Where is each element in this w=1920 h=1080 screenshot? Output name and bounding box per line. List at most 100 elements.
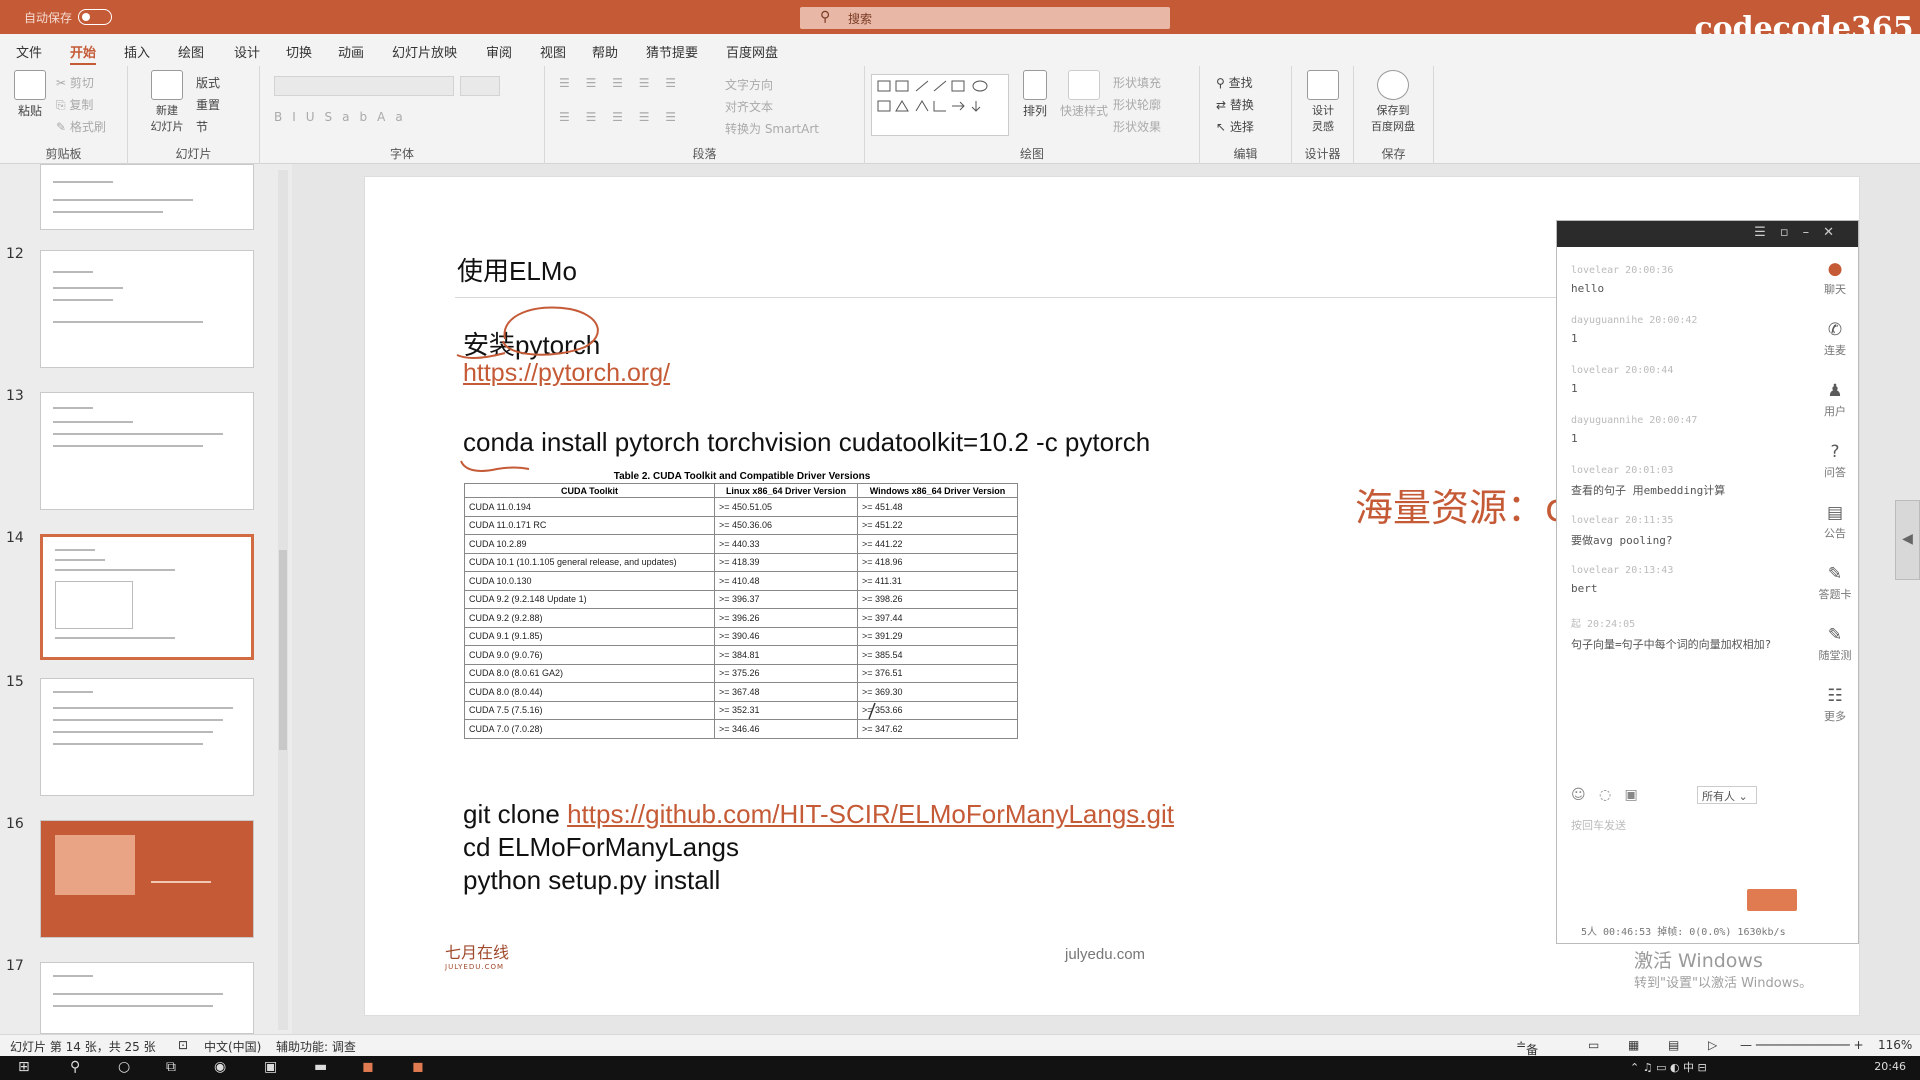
chat-message: lovelear 20:00:44 1 — [1571, 365, 1781, 395]
minimize-icon[interactable]: – — [1803, 225, 1824, 240]
folder-icon[interactable]: ▬ — [314, 1059, 327, 1075]
send-button[interactable] — [1747, 889, 1797, 911]
app-icon[interactable]: ◼ — [412, 1059, 424, 1075]
ribbon-tab[interactable]: 开始 — [70, 42, 97, 65]
section-button[interactable]: 节 — [196, 118, 208, 135]
ribbon-tab[interactable]: 幻灯片放映 — [392, 42, 457, 61]
bubble-icon[interactable]: ◌ — [1599, 787, 1611, 803]
ribbon-tab[interactable]: 视图 — [540, 42, 566, 61]
slide-thumbnail-13[interactable] — [40, 392, 254, 510]
chat-side-item[interactable]: ? 问答 — [1815, 442, 1855, 480]
text-direction-button[interactable]: 文字方向 — [725, 76, 773, 93]
slideshow-icon[interactable]: ▷ — [1708, 1038, 1717, 1052]
list-buttons[interactable]: ☰ ☰ ☰ ☰ ☰ — [559, 76, 682, 90]
slide-thumbnail-15[interactable] — [40, 678, 254, 796]
chat-side-item[interactable]: ♟ 用户 — [1815, 381, 1855, 419]
task-view-icon[interactable]: ⧉ — [166, 1059, 176, 1075]
accessibility-status[interactable]: 辅助功能: 调查 — [276, 1038, 356, 1055]
slide-thumbnail-11[interactable] — [40, 164, 254, 230]
font-size-select[interactable] — [460, 76, 500, 96]
ribbon-tab[interactable]: 审阅 — [486, 42, 512, 61]
autosave-toggle[interactable] — [78, 9, 112, 25]
new-slide-icon — [151, 70, 183, 100]
image-icon[interactable]: ▣ — [1625, 787, 1638, 803]
shape-outline-button[interactable]: 形状轮廓 — [1113, 96, 1161, 113]
github-link[interactable]: https://github.com/HIT-SCIR/ELMoForManyL… — [567, 799, 1174, 829]
ribbon-tab[interactable]: 猜节提要 — [646, 42, 698, 61]
chat-side-item[interactable]: ✆ 连麦 — [1815, 320, 1855, 358]
chat-side-item[interactable]: ✎ 随堂测 — [1815, 625, 1855, 663]
restore-icon[interactable]: ▫ — [1780, 225, 1803, 240]
shapes-gallery[interactable] — [871, 74, 1009, 136]
table-cell: CUDA 9.0 (9.0.76) — [464, 645, 715, 665]
search-box[interactable]: ⚲ 搜索 — [800, 7, 1170, 29]
slide-thumbnail-14-selected[interactable] — [40, 534, 254, 660]
ribbon-tab[interactable]: 帮助 — [592, 42, 618, 61]
find-button[interactable]: ⚲ 查找 — [1216, 74, 1253, 91]
designer-button[interactable]: 设计 灵感 — [1300, 70, 1346, 134]
chat-input[interactable]: 按回车发送 — [1571, 817, 1626, 833]
slide-thumbnail-16[interactable] — [40, 820, 254, 938]
recipient-select[interactable]: 所有人 ⌄ — [1697, 786, 1757, 804]
quick-styles-button[interactable]: 快速样式 — [1059, 70, 1109, 119]
chat-side-item[interactable]: ✎ 答题卡 — [1815, 564, 1855, 602]
align-text-button[interactable]: 对齐文本 — [725, 98, 773, 115]
app-icon[interactable]: ▣ — [264, 1059, 277, 1075]
language-label[interactable]: 中文(中国) — [204, 1038, 261, 1055]
format-painter-button[interactable]: ✎ 格式刷 — [56, 118, 106, 135]
save-baidu-button[interactable]: 保存到 百度网盘 — [1360, 70, 1426, 134]
paste-button[interactable]: 粘贴 — [10, 70, 50, 119]
spellcheck-icon[interactable]: ⊡ — [178, 1038, 188, 1052]
reading-view-icon[interactable]: ▤ — [1668, 1038, 1679, 1052]
notes-button[interactable]: ≐ 备注 — [1516, 1038, 1538, 1074]
menu-icon[interactable]: ☰ — [1754, 225, 1780, 240]
scrollbar-thumb[interactable] — [279, 550, 287, 750]
zoom-level[interactable]: 116% — [1878, 1038, 1912, 1052]
search-icon[interactable]: ⚲ — [70, 1059, 80, 1075]
chat-side-item[interactable]: ▤ 公告 — [1815, 503, 1855, 541]
new-slide-button[interactable]: 新建 幻灯片 — [142, 70, 192, 134]
ribbon-tab[interactable]: 文件 — [16, 42, 42, 61]
font-name-select[interactable] — [274, 76, 454, 96]
chat-side-item[interactable]: ● 聊天 — [1815, 259, 1855, 297]
reset-button[interactable]: 重置 — [196, 96, 220, 113]
collapse-chat-tab[interactable]: ◀ — [1895, 500, 1920, 580]
replace-button[interactable]: ⇄ 替换 — [1216, 96, 1254, 113]
layout-button[interactable]: 版式 — [196, 74, 220, 91]
cut-button[interactable]: ✂ 剪切 — [56, 74, 94, 91]
ribbon-tab[interactable]: 切换 — [286, 42, 312, 61]
slide-thumbnail-17[interactable] — [40, 962, 254, 1034]
shape-fill-button[interactable]: 形状填充 — [1113, 74, 1161, 91]
pytorch-link[interactable]: https://pytorch.org/ — [463, 359, 670, 388]
thumbnail-scrollbar[interactable] — [278, 170, 288, 1030]
browser-icon[interactable]: ◉ — [214, 1059, 226, 1075]
ribbon-tab[interactable]: 动画 — [338, 42, 364, 61]
windows-start-icon[interactable]: ⊞ — [18, 1059, 30, 1075]
powerpoint-icon[interactable]: ◼ — [362, 1059, 374, 1075]
slide-thumbnail-12[interactable] — [40, 250, 254, 368]
arrange-button[interactable]: 排列 — [1015, 70, 1055, 119]
ribbon-tab[interactable]: 百度网盘 — [726, 42, 778, 61]
slide-sorter-icon[interactable]: ▦ — [1628, 1038, 1639, 1052]
system-tray-icons[interactable]: ⌃ ♫ ▭ ◐ 中 ⊟ — [1630, 1059, 1707, 1075]
select-button[interactable]: ↖ 选择 — [1216, 118, 1254, 135]
emoji-icon[interactable]: ☺ — [1571, 787, 1586, 803]
chat-side-item[interactable]: ☷ 更多 — [1815, 686, 1855, 724]
zoom-slider[interactable]: — ───────────── + — [1740, 1038, 1864, 1052]
chat-message-text: 1 — [1571, 382, 1578, 395]
cd-command: cd ELMoForManyLangs — [463, 832, 740, 862]
chat-message: lovelear 20:11:35 要做avg pooling? — [1571, 515, 1781, 548]
chat-message-user: lovelear 20:00:44 — [1571, 365, 1674, 376]
smartart-button[interactable]: 转换为 SmartArt — [725, 120, 819, 137]
shape-effects-button[interactable]: 形状效果 — [1113, 118, 1161, 135]
ribbon-tab[interactable]: 插入 — [124, 42, 150, 61]
font-format-buttons[interactable]: BIUSabAa — [274, 110, 413, 124]
group-save: 保存到 百度网盘 保存 — [1354, 66, 1434, 164]
align-buttons[interactable]: ☰ ☰ ☰ ☰ ☰ — [559, 110, 682, 124]
copy-button[interactable]: ⎘ 复制 — [56, 96, 93, 113]
ribbon-tab[interactable]: 绘图 — [178, 42, 204, 61]
cortana-icon[interactable]: ○ — [118, 1059, 130, 1075]
ribbon-tab[interactable]: 设计 — [234, 42, 260, 61]
normal-view-icon[interactable]: ▭ — [1588, 1038, 1599, 1052]
close-icon[interactable]: ✕ — [1823, 225, 1848, 240]
